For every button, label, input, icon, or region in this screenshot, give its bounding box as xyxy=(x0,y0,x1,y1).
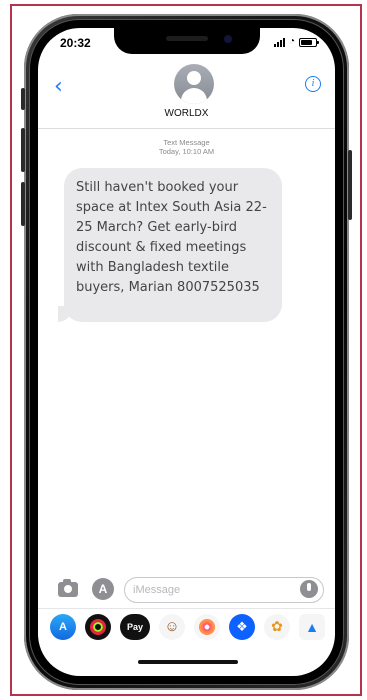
more-apps-icon[interactable]: ▲ xyxy=(299,613,325,640)
battery-icon xyxy=(299,37,319,47)
app-store-icon[interactable]: A xyxy=(50,613,76,640)
timestamp-type: Text Message xyxy=(163,138,210,147)
front-camera xyxy=(224,35,232,43)
animoji-icon[interactable]: ☺ xyxy=(159,613,185,640)
header-divider xyxy=(38,128,335,129)
contact-name[interactable]: WORLDX xyxy=(38,108,335,119)
activity-icon[interactable] xyxy=(85,613,111,640)
volume-down-button xyxy=(21,182,25,226)
back-chevron-icon[interactable]: ‹ xyxy=(54,74,63,99)
message-timestamp: Text Message Today, 10:10 AM xyxy=(38,138,335,156)
app-store-button-icon[interactable]: A xyxy=(92,578,114,600)
conversation-header: ‹ WORLDX i xyxy=(38,58,335,130)
info-icon[interactable]: i xyxy=(305,76,321,92)
imessage-input[interactable]: iMessage xyxy=(124,577,324,603)
person-body xyxy=(181,88,207,104)
timestamp-date: Today, 10:10 AM xyxy=(158,147,215,156)
dropbox-icon[interactable]: ❖ xyxy=(229,613,255,640)
phone-screen: 20:32 ➤ ◔ ‹ WORLDX i Text Message Today,… xyxy=(38,28,335,676)
app-drawer: A Pay ☺ ❖ ✿ ▲ xyxy=(38,608,335,644)
earpiece-speaker xyxy=(166,36,208,41)
power-button xyxy=(348,150,352,220)
photos-icon[interactable]: ✿ xyxy=(264,613,290,640)
camera-icon[interactable] xyxy=(58,579,78,597)
status-icons: ➤ ◔ xyxy=(204,36,319,47)
microphone-icon[interactable] xyxy=(300,580,318,598)
notch xyxy=(114,28,260,54)
music-icon[interactable] xyxy=(194,613,220,640)
home-indicator[interactable] xyxy=(138,660,238,664)
wifi-icon: ◔ xyxy=(288,36,295,47)
apple-pay-label: Pay xyxy=(126,621,143,632)
apple-pay-icon[interactable]: Pay xyxy=(120,613,150,640)
person-head xyxy=(187,71,201,85)
status-time: 20:32 xyxy=(60,36,91,50)
received-message-bubble[interactable]: Still haven't booked your space at Intex… xyxy=(64,168,282,322)
mute-switch xyxy=(21,88,25,110)
cellular-signal-icon xyxy=(273,37,285,47)
volume-up-button xyxy=(21,128,25,172)
message-composer: A iMessage xyxy=(38,576,335,606)
contact-avatar[interactable] xyxy=(174,64,214,104)
